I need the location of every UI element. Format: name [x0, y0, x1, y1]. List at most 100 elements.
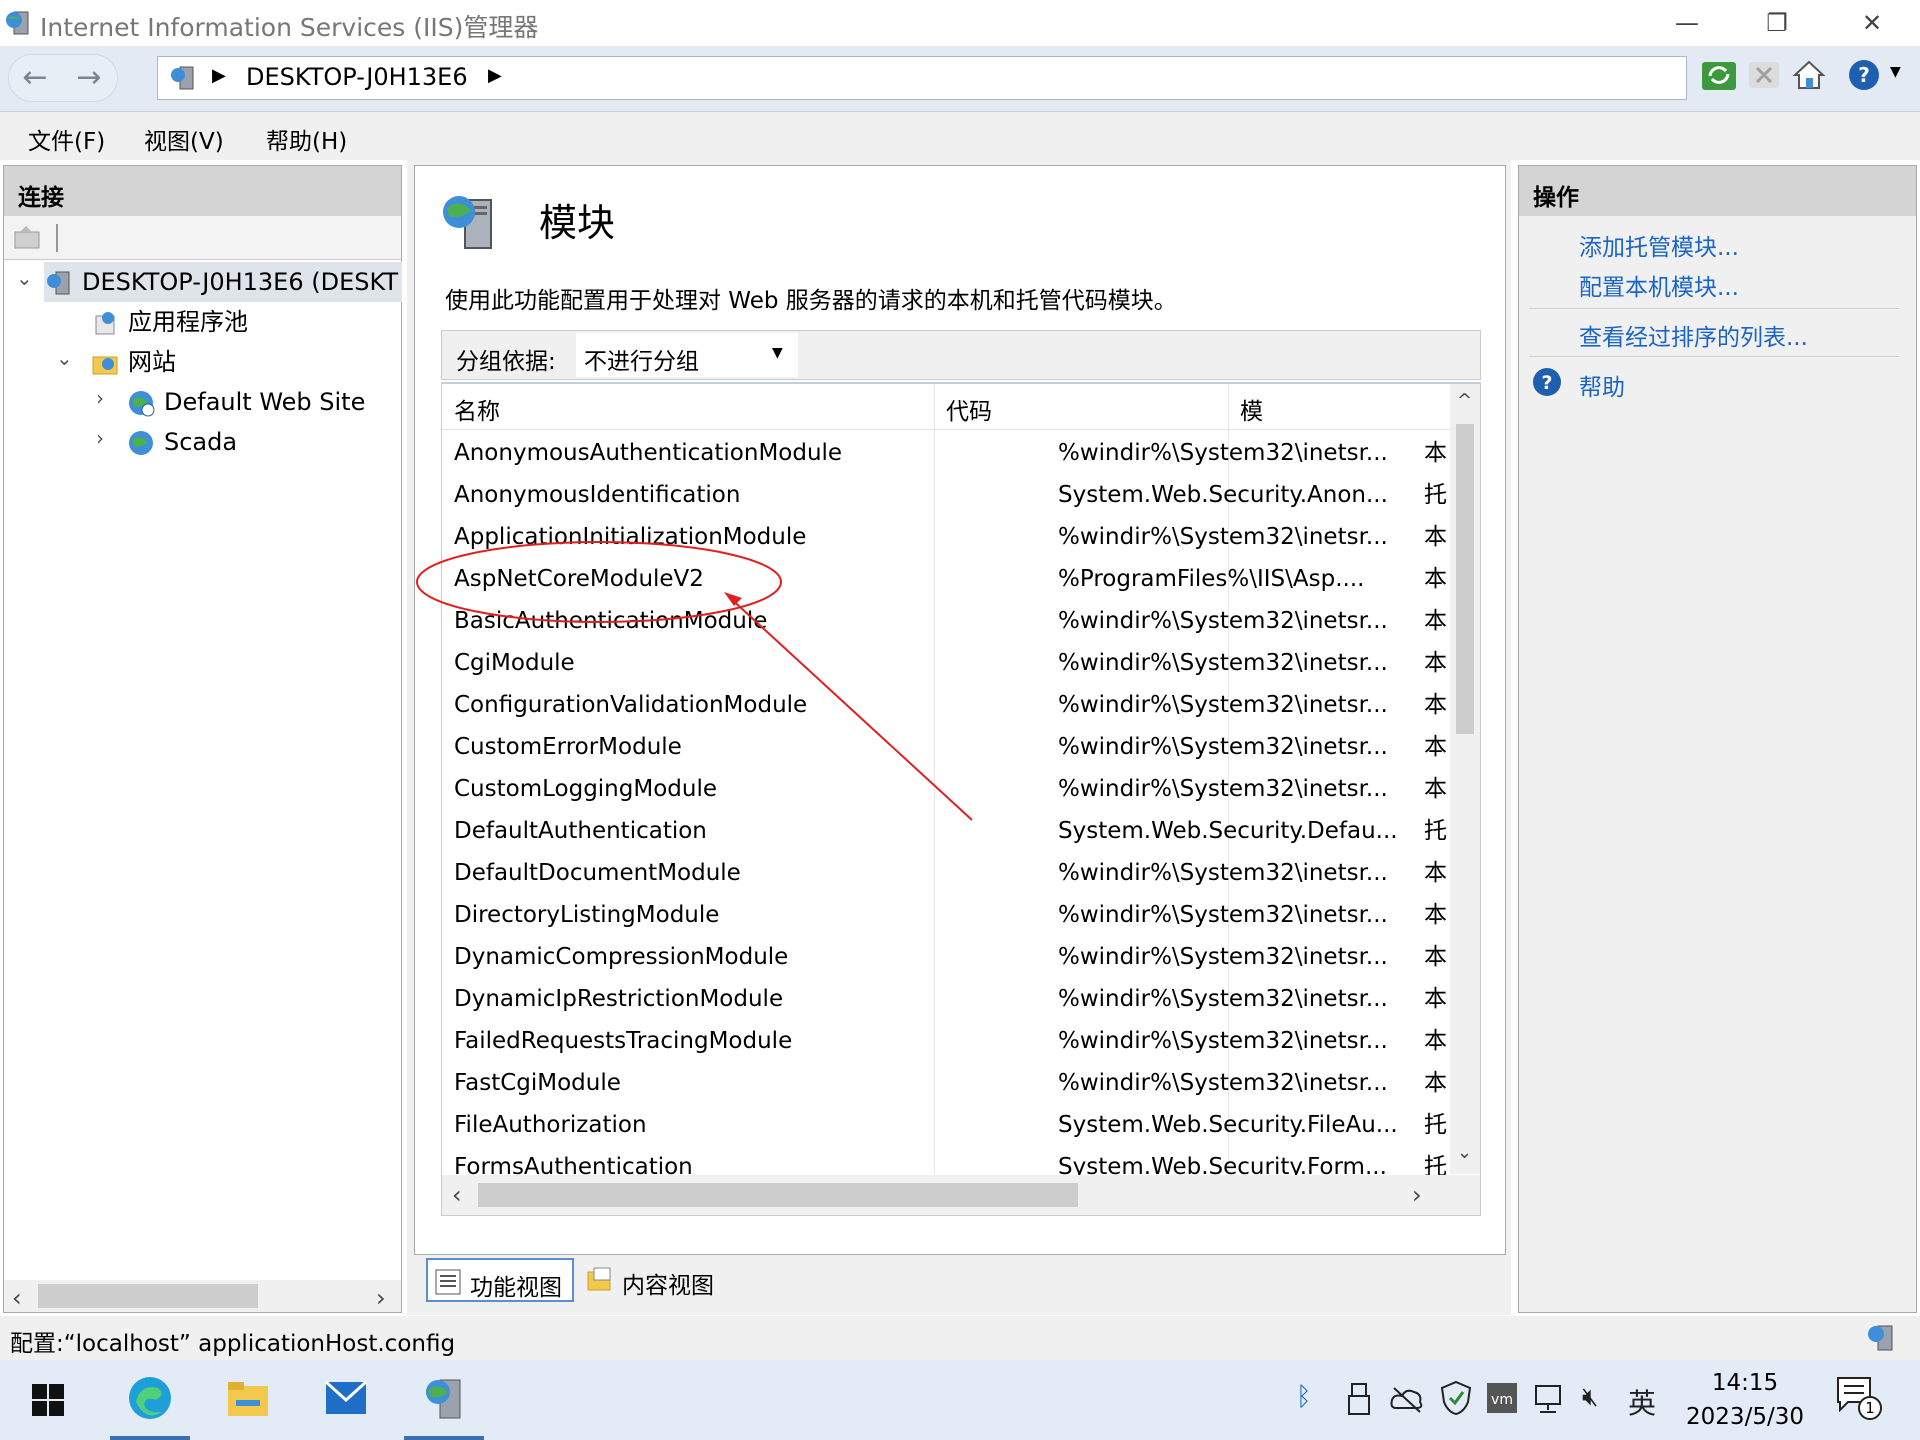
table-row[interactable]: AnonymousIdentification System.Web.Securi…: [442, 474, 1447, 516]
tree-collapsed-icon[interactable]: ›: [96, 426, 104, 450]
volume-muted-icon[interactable]: 🔇︎: [1582, 1382, 1598, 1413]
module-name-cell: CustomErrorModule: [454, 734, 682, 760]
module-code-cell: %windir%\System32\inetsr...: [1058, 650, 1388, 676]
crumb-arrow-end-icon[interactable]: ▶: [488, 65, 502, 86]
back-button[interactable]: ←: [15, 59, 55, 99]
tree-expand-icon[interactable]: ⌄: [16, 266, 33, 290]
app-pool-icon: [95, 312, 115, 335]
table-row[interactable]: DynamicCompressionModule %windir%\System3…: [442, 936, 1447, 978]
table-row[interactable]: FastCgiModule %windir%\System32\inetsr...…: [442, 1062, 1447, 1104]
column-header-code[interactable]: 代码: [946, 392, 992, 426]
module-type-cell: 本: [1424, 524, 1447, 550]
scroll-left-icon[interactable]: ‹: [12, 1284, 22, 1312]
action-configure-native-modules[interactable]: 配置本机模块...: [1579, 268, 1739, 302]
clock[interactable]: 14:15 2023/5/30: [1680, 1366, 1810, 1434]
tab-features-view[interactable]: 功能视图: [426, 1258, 574, 1302]
help-icon[interactable]: ?: [1845, 56, 1883, 94]
taskbar-edge[interactable]: [110, 1360, 190, 1440]
connections-hscroll[interactable]: ‹ ›: [4, 1280, 401, 1312]
notifications-button[interactable]: 1: [1836, 1376, 1882, 1424]
table-row[interactable]: DynamicIpRestrictionModule %windir%\Syste…: [442, 978, 1447, 1020]
menu-help[interactable]: 帮助(H): [266, 122, 347, 156]
scroll-right-icon[interactable]: ›: [376, 1284, 386, 1312]
column-header-name[interactable]: 名称: [454, 392, 500, 426]
table-row[interactable]: DirectoryListingModule %windir%\System32\…: [442, 894, 1447, 936]
grid-hscroll[interactable]: ‹ ›: [442, 1175, 1480, 1215]
start-button[interactable]: [8, 1360, 88, 1440]
scroll-thumb[interactable]: [38, 1284, 258, 1308]
status-text: 配置:“localhost” applicationHost.config: [10, 1331, 456, 1357]
table-row[interactable]: FileAuthorization System.Web.Security.Fil…: [442, 1104, 1447, 1146]
table-row[interactable]: DefaultDocumentModule %windir%\System32\i…: [442, 852, 1447, 894]
usb-icon[interactable]: [1346, 1382, 1372, 1416]
tree-item-server[interactable]: DESKTOP-J0H13E6 (DESKT: [44, 262, 402, 302]
grid-vscroll[interactable]: ^ ⌄: [1450, 384, 1480, 1174]
action-add-managed-module[interactable]: 添加托管模块...: [1579, 228, 1739, 262]
table-row[interactable]: DefaultAuthentication System.Web.Security…: [442, 810, 1447, 852]
forward-button[interactable]: →: [69, 59, 109, 99]
scroll-up-icon[interactable]: ^: [1457, 390, 1472, 411]
help-dropdown-icon[interactable]: ▼: [1890, 64, 1901, 80]
taskbar-iis-manager[interactable]: [404, 1360, 484, 1440]
tree-item-scada[interactable]: Scada: [126, 422, 237, 462]
menu-file[interactable]: 文件(F): [28, 122, 105, 156]
table-row[interactable]: AnonymousAuthenticationModule %windir%\Sy…: [442, 432, 1447, 474]
tree-item-app-pools[interactable]: 应用程序池: [90, 302, 248, 342]
breadcrumb-server[interactable]: DESKTOP-J0H13E6: [246, 63, 468, 91]
column-header-type[interactable]: 模: [1240, 392, 1263, 426]
tree-item-sites[interactable]: 网站: [90, 342, 176, 382]
tab-content-view[interactable]: 内容视图: [580, 1258, 730, 1302]
scroll-left-icon[interactable]: ‹: [452, 1181, 462, 1209]
action-help[interactable]: 帮助: [1579, 368, 1625, 402]
table-row[interactable]: CustomLoggingModule %windir%\System32\ine…: [442, 768, 1447, 810]
module-type-cell: 本: [1424, 902, 1447, 928]
help-icon[interactable]: ?: [1531, 366, 1563, 398]
hscroll-thumb[interactable]: [478, 1183, 1078, 1207]
tree-item-default-web-site[interactable]: Default Web Site: [126, 382, 365, 422]
vmware-tools-icon[interactable]: vm: [1486, 1382, 1518, 1414]
refresh-icon[interactable]: [1700, 56, 1738, 94]
ime-indicator[interactable]: 英: [1628, 1382, 1656, 1422]
actions-panel: 操作 添加托管模块... 配置本机模块... 查看经过排序的列表... ? 帮助: [1518, 165, 1917, 1313]
module-name-cell: DefaultDocumentModule: [454, 860, 741, 886]
connections-toolbar: [4, 216, 401, 260]
security-shield-icon[interactable]: [1440, 1380, 1472, 1416]
module-name-cell: AnonymousIdentification: [454, 482, 741, 508]
table-row[interactable]: AspNetCoreModuleV2 %ProgramFiles%\IIS\Asp…: [442, 558, 1447, 600]
module-code-cell: %windir%\System32\inetsr...: [1058, 734, 1388, 760]
connect-icon[interactable]: [12, 224, 42, 252]
scroll-down-icon[interactable]: ⌄: [1457, 1142, 1472, 1163]
taskbar-file-explorer[interactable]: [208, 1360, 288, 1440]
module-type-cell: 本: [1424, 776, 1447, 802]
restore-button[interactable]: ❐: [1745, 4, 1809, 42]
table-row[interactable]: BasicAuthenticationModule %windir%\System…: [442, 600, 1447, 642]
dropdown-caret-icon[interactable]: ▼: [772, 345, 783, 361]
group-by-select[interactable]: 不进行分组: [576, 333, 798, 377]
crumb-arrow-icon[interactable]: ▶: [212, 65, 226, 86]
address-box[interactable]: ▶ DESKTOP-J0H13E6 ▶: [157, 56, 1687, 100]
tree-expand-icon[interactable]: ⌄: [56, 346, 73, 370]
page-title: 模块: [539, 201, 616, 245]
edge-icon: [129, 1377, 171, 1419]
menu-view[interactable]: 视图(V): [144, 122, 224, 156]
table-row[interactable]: CustomErrorModule %windir%\System32\inets…: [442, 726, 1447, 768]
address-bar: ← → ▶ DESKTOP-J0H13E6 ▶ ? ▼: [0, 46, 1920, 112]
minimize-button[interactable]: —: [1655, 4, 1719, 42]
onedrive-offline-icon[interactable]: [1390, 1384, 1424, 1414]
close-button[interactable]: ✕: [1840, 4, 1904, 42]
module-code-cell: %windir%\System32\inetsr...: [1058, 776, 1388, 802]
bluetooth-icon[interactable]: ᛒ: [1296, 1382, 1312, 1412]
table-row[interactable]: ApplicationInitializationModule %windir%\…: [442, 516, 1447, 558]
taskbar-mail[interactable]: [306, 1360, 386, 1440]
network-icon[interactable]: [1534, 1382, 1568, 1416]
vscroll-thumb[interactable]: [1456, 424, 1474, 734]
table-row[interactable]: FailedRequestsTracingModule %windir%\Syst…: [442, 1020, 1447, 1062]
scroll-right-icon[interactable]: ›: [1412, 1181, 1422, 1209]
home-icon[interactable]: [1790, 56, 1828, 94]
table-row[interactable]: ConfigurationValidationModule %windir%\Sy…: [442, 684, 1447, 726]
module-type-cell: 本: [1424, 734, 1447, 760]
table-row[interactable]: CgiModule %windir%\System32\inetsr... 本: [442, 642, 1447, 684]
action-view-ordered-list[interactable]: 查看经过排序的列表...: [1579, 318, 1808, 352]
tree-collapsed-icon[interactable]: ›: [96, 386, 104, 410]
stop-icon[interactable]: [1745, 56, 1783, 94]
